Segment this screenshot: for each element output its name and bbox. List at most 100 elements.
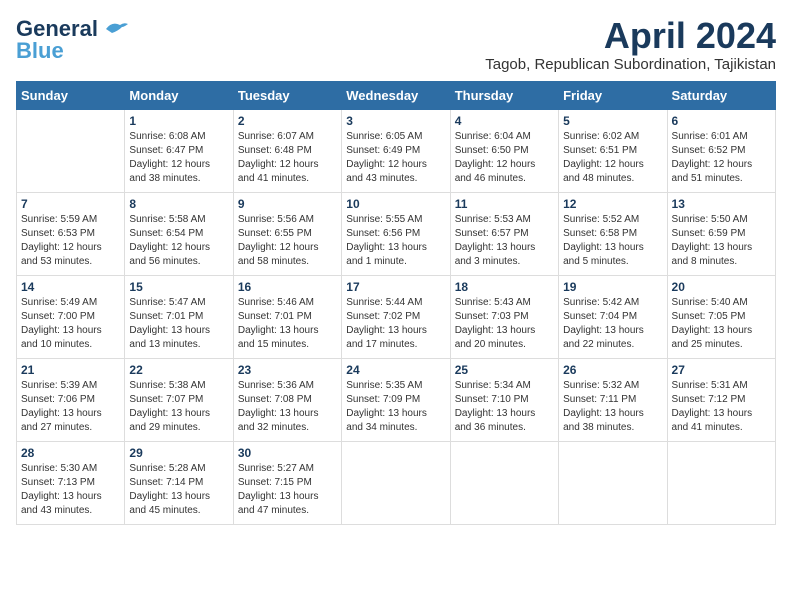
calendar-cell: 12Sunrise: 5:52 AMSunset: 6:58 PMDayligh…	[559, 192, 667, 275]
day-number: 14	[21, 280, 120, 294]
calendar-week-row: 14 Sunrise: 5:49 AMSunset: 7:00 PMDayligh…	[17, 275, 776, 358]
day-info: Sunrise: 6:01 AMSunset: 6:52 PMDaylight:…	[672, 130, 771, 186]
calendar-cell	[342, 441, 450, 524]
calendar-cell: 29 Sunrise: 5:28 AMSunset: 7:14 PMDayligh…	[125, 441, 233, 524]
calendar-cell: 8 Sunrise: 5:58 AMSunset: 6:54 PMDaylight…	[125, 192, 233, 275]
calendar-cell: 13Sunrise: 5:50 AMSunset: 6:59 PMDayligh…	[667, 192, 775, 275]
calendar-cell: 23 Sunrise: 5:36 AMSunset: 7:08 PMDayligh…	[233, 358, 341, 441]
day-number: 17	[346, 280, 445, 294]
calendar-week-row: 1Sunrise: 6:08 AMSunset: 6:47 PMDaylight…	[17, 109, 776, 192]
day-number: 29	[129, 446, 228, 460]
calendar-cell: 20 Sunrise: 5:40 AMSunset: 7:05 PMDayligh…	[667, 275, 775, 358]
calendar-cell: 28 Sunrise: 5:30 AMSunset: 7:13 PMDayligh…	[17, 441, 125, 524]
day-info: Sunrise: 5:46 AMSunset: 7:01 PMDaylight:…	[238, 296, 337, 352]
day-info: Sunrise: 6:05 AMSunset: 6:49 PMDaylight:…	[346, 130, 445, 186]
calendar-cell: 27 Sunrise: 5:31 AMSunset: 7:12 PMDayligh…	[667, 358, 775, 441]
weekday-header-row: SundayMondayTuesdayWednesdayThursdayFrid…	[17, 81, 776, 109]
calendar-cell: 18Sunrise: 5:43 AMSunset: 7:03 PMDayligh…	[450, 275, 558, 358]
day-info: Sunrise: 6:07 AMSunset: 6:48 PMDaylight:…	[238, 130, 337, 186]
calendar-cell: 6 Sunrise: 6:01 AMSunset: 6:52 PMDaylight…	[667, 109, 775, 192]
day-info: Sunrise: 6:08 AMSunset: 6:47 PMDaylight:…	[129, 130, 228, 186]
day-info: Sunrise: 5:55 AMSunset: 6:56 PMDaylight:…	[346, 213, 445, 269]
day-number: 20	[672, 280, 771, 294]
calendar-cell	[667, 441, 775, 524]
day-info: Sunrise: 5:36 AMSunset: 7:08 PMDaylight:…	[238, 379, 337, 435]
day-number: 16	[238, 280, 337, 294]
page-header: General Blue April 2024 Tagob, Republica…	[16, 16, 776, 73]
logo-bird-icon	[102, 19, 130, 39]
day-info: Sunrise: 5:49 AMSunset: 7:00 PMDaylight:…	[21, 296, 120, 352]
calendar-cell: 17 Sunrise: 5:44 AMSunset: 7:02 PMDayligh…	[342, 275, 450, 358]
day-number: 30	[238, 446, 337, 460]
weekday-header-sunday: Sunday	[17, 81, 125, 109]
calendar-cell: 11 Sunrise: 5:53 AMSunset: 6:57 PMDayligh…	[450, 192, 558, 275]
calendar-cell: 1Sunrise: 6:08 AMSunset: 6:47 PMDaylight…	[125, 109, 233, 192]
day-number: 23	[238, 363, 337, 377]
day-number: 8	[129, 197, 228, 211]
day-info: Sunrise: 5:40 AMSunset: 7:05 PMDaylight:…	[672, 296, 771, 352]
day-info: Sunrise: 5:59 AMSunset: 6:53 PMDaylight:…	[21, 213, 120, 269]
day-number: 18	[455, 280, 554, 294]
calendar-week-row: 7 Sunrise: 5:59 AMSunset: 6:53 PMDaylight…	[17, 192, 776, 275]
calendar-cell	[17, 109, 125, 192]
day-info: Sunrise: 5:35 AMSunset: 7:09 PMDaylight:…	[346, 379, 445, 435]
calendar-cell: 10 Sunrise: 5:55 AMSunset: 6:56 PMDayligh…	[342, 192, 450, 275]
calendar-cell: 4 Sunrise: 6:04 AMSunset: 6:50 PMDaylight…	[450, 109, 558, 192]
day-number: 26	[563, 363, 662, 377]
day-number: 6	[672, 114, 771, 128]
calendar-cell: 9Sunrise: 5:56 AMSunset: 6:55 PMDaylight…	[233, 192, 341, 275]
day-info: Sunrise: 5:42 AMSunset: 7:04 PMDaylight:…	[563, 296, 662, 352]
weekday-header-tuesday: Tuesday	[233, 81, 341, 109]
day-info: Sunrise: 5:50 AMSunset: 6:59 PMDaylight:…	[672, 213, 771, 269]
day-number: 4	[455, 114, 554, 128]
calendar-cell: 14 Sunrise: 5:49 AMSunset: 7:00 PMDayligh…	[17, 275, 125, 358]
calendar-week-row: 28 Sunrise: 5:30 AMSunset: 7:13 PMDayligh…	[17, 441, 776, 524]
day-info: Sunrise: 5:28 AMSunset: 7:14 PMDaylight:…	[129, 462, 228, 518]
day-info: Sunrise: 5:47 AMSunset: 7:01 PMDaylight:…	[129, 296, 228, 352]
month-year-title: April 2024	[485, 16, 776, 56]
day-info: Sunrise: 5:34 AMSunset: 7:10 PMDaylight:…	[455, 379, 554, 435]
day-number: 21	[21, 363, 120, 377]
calendar-week-row: 21 Sunrise: 5:39 AMSunset: 7:06 PMDayligh…	[17, 358, 776, 441]
calendar-cell: 16 Sunrise: 5:46 AMSunset: 7:01 PMDayligh…	[233, 275, 341, 358]
day-number: 24	[346, 363, 445, 377]
day-info: Sunrise: 5:38 AMSunset: 7:07 PMDaylight:…	[129, 379, 228, 435]
logo: General Blue	[16, 16, 130, 64]
day-info: Sunrise: 5:58 AMSunset: 6:54 PMDaylight:…	[129, 213, 228, 269]
day-number: 25	[455, 363, 554, 377]
calendar-cell: 25 Sunrise: 5:34 AMSunset: 7:10 PMDayligh…	[450, 358, 558, 441]
day-info: Sunrise: 6:02 AMSunset: 6:51 PMDaylight:…	[563, 130, 662, 186]
weekday-header-monday: Monday	[125, 81, 233, 109]
title-block: April 2024 Tagob, Republican Subordinati…	[485, 16, 776, 73]
calendar-cell: 2 Sunrise: 6:07 AMSunset: 6:48 PMDaylight…	[233, 109, 341, 192]
day-number: 7	[21, 197, 120, 211]
calendar-cell: 3 Sunrise: 6:05 AMSunset: 6:49 PMDaylight…	[342, 109, 450, 192]
calendar-cell: 15Sunrise: 5:47 AMSunset: 7:01 PMDayligh…	[125, 275, 233, 358]
day-info: Sunrise: 5:27 AMSunset: 7:15 PMDaylight:…	[238, 462, 337, 518]
day-info: Sunrise: 5:31 AMSunset: 7:12 PMDaylight:…	[672, 379, 771, 435]
day-number: 28	[21, 446, 120, 460]
day-info: Sunrise: 5:53 AMSunset: 6:57 PMDaylight:…	[455, 213, 554, 269]
weekday-header-saturday: Saturday	[667, 81, 775, 109]
calendar-cell: 30 Sunrise: 5:27 AMSunset: 7:15 PMDayligh…	[233, 441, 341, 524]
weekday-header-friday: Friday	[559, 81, 667, 109]
calendar-cell	[559, 441, 667, 524]
day-number: 12	[563, 197, 662, 211]
day-info: Sunrise: 5:44 AMSunset: 7:02 PMDaylight:…	[346, 296, 445, 352]
calendar-cell: 21 Sunrise: 5:39 AMSunset: 7:06 PMDayligh…	[17, 358, 125, 441]
day-number: 3	[346, 114, 445, 128]
day-number: 11	[455, 197, 554, 211]
day-number: 5	[563, 114, 662, 128]
day-number: 2	[238, 114, 337, 128]
calendar-cell: 19Sunrise: 5:42 AMSunset: 7:04 PMDayligh…	[559, 275, 667, 358]
day-info: Sunrise: 5:32 AMSunset: 7:11 PMDaylight:…	[563, 379, 662, 435]
day-number: 10	[346, 197, 445, 211]
day-info: Sunrise: 6:04 AMSunset: 6:50 PMDaylight:…	[455, 130, 554, 186]
day-number: 27	[672, 363, 771, 377]
logo-blue: Blue	[16, 38, 64, 64]
weekday-header-thursday: Thursday	[450, 81, 558, 109]
day-number: 9	[238, 197, 337, 211]
day-info: Sunrise: 5:39 AMSunset: 7:06 PMDaylight:…	[21, 379, 120, 435]
calendar-cell: 5 Sunrise: 6:02 AMSunset: 6:51 PMDaylight…	[559, 109, 667, 192]
day-info: Sunrise: 5:30 AMSunset: 7:13 PMDaylight:…	[21, 462, 120, 518]
